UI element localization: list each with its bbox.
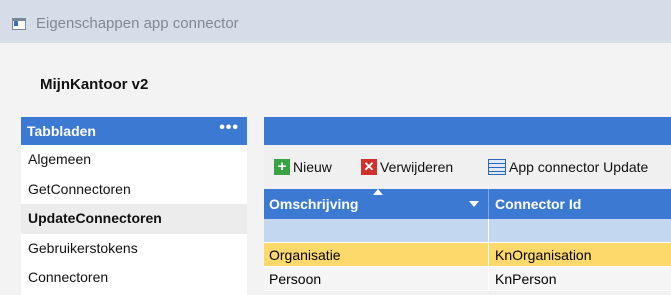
connector-grid: Omschrijving Connector Id Organisatie Kn…: [264, 189, 671, 291]
sidebar-item-gebruikerstokens[interactable]: Gebruikerstokens: [21, 234, 247, 264]
column-header-omschrijving[interactable]: Omschrijving: [269, 196, 358, 212]
plus-icon: +: [274, 159, 290, 175]
delete-button-label: Verwijderen: [380, 159, 454, 175]
cell-connector-id: KnPerson: [495, 271, 557, 287]
filter-dropdown-icon[interactable]: [469, 201, 479, 207]
column-header-connector-id[interactable]: Connector Id: [495, 196, 581, 212]
cell-omschrijving: Persoon: [269, 271, 322, 287]
more-options-icon[interactable]: •••: [219, 119, 239, 137]
cell-divider: [488, 219, 489, 242]
cell-divider: [488, 267, 489, 290]
cell-divider: [488, 243, 489, 266]
sidebar-item-connectoren[interactable]: Connectoren: [21, 263, 247, 293]
table-row[interactable]: Persoon KnPerson: [264, 267, 671, 291]
sidebar-item-getconnectoren[interactable]: GetConnectoren: [21, 175, 247, 205]
sidebar-item-algemeen[interactable]: Algemeen: [21, 145, 247, 175]
main-panel: + Nieuw ✕ Verwijderen App connector Upda…: [264, 117, 671, 295]
sidebar-item-updateconnectoren[interactable]: UpdateConnectoren: [21, 204, 247, 234]
app-connector-update-label: App connector Update: [509, 159, 649, 175]
grid-header: Omschrijving Connector Id: [264, 189, 671, 219]
new-button[interactable]: + Nieuw: [274, 158, 332, 176]
toolbar: + Nieuw ✕ Verwijderen App connector Upda…: [264, 145, 671, 189]
window-title: Eigenschappen app connector: [36, 15, 239, 32]
cell-connector-id: KnOrganisation: [495, 247, 592, 263]
tab-sidebar: Tabbladen ••• Algemeen GetConnectoren Up…: [21, 117, 247, 295]
app-title: MijnKantoor v2: [40, 76, 149, 93]
panel-header-bar: [264, 117, 671, 145]
table-icon: [488, 159, 506, 175]
sort-ascending-icon: [373, 189, 383, 195]
new-button-label: Nieuw: [293, 159, 332, 175]
window-icon: [12, 18, 26, 30]
column-divider[interactable]: [488, 189, 489, 219]
delete-icon: ✕: [361, 159, 377, 175]
title-bar: Eigenschappen app connector: [0, 0, 671, 43]
sidebar-header-label: Tabbladen: [27, 123, 96, 139]
cell-omschrijving: Organisatie: [269, 247, 341, 263]
table-row[interactable]: Organisatie KnOrganisation: [264, 243, 671, 267]
app-connector-update-button[interactable]: App connector Update: [488, 158, 648, 176]
sidebar-header: Tabbladen •••: [21, 117, 247, 145]
delete-button[interactable]: ✕ Verwijderen: [361, 158, 453, 176]
filter-row[interactable]: [264, 219, 671, 243]
